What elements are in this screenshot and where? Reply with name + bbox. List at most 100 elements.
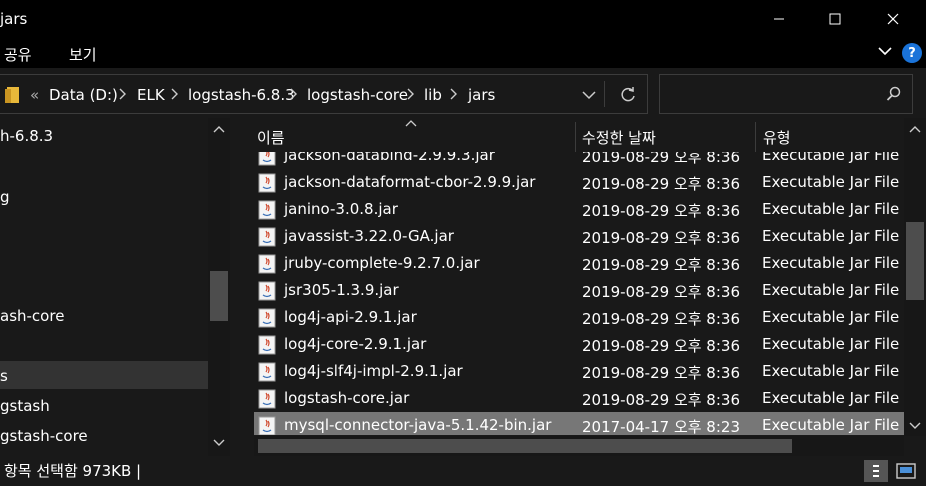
breadcrumb-item[interactable]: logstash-core: [307, 86, 408, 104]
scroll-down-icon[interactable]: [908, 421, 922, 431]
large-icons-view-icon: [896, 463, 916, 479]
close-button[interactable]: [866, 0, 920, 38]
breadcrumb-item[interactable]: Data (D:): [49, 86, 118, 104]
nav-item[interactable]: h-6.8.3: [0, 127, 53, 145]
java-jar-file-icon: [258, 389, 276, 409]
java-jar-file-icon: [258, 362, 276, 382]
breadcrumb-item[interactable]: ELK: [137, 86, 165, 104]
address-bar[interactable]: « Data (D:) ELK logstash-6.8.3 logstash-…: [0, 74, 648, 114]
details-view-icon: [873, 465, 879, 477]
breadcrumb-item[interactable]: jars: [468, 86, 495, 104]
file-type: Executable Jar File: [762, 308, 900, 326]
chevron-right-icon[interactable]: [118, 87, 128, 101]
file-row[interactable]: javassist-3.22.0-GA.jar 2019-08-29 오후 8:3…: [254, 223, 904, 250]
chevron-down-icon[interactable]: [582, 89, 596, 101]
sort-ascending-icon: [405, 120, 417, 127]
java-jar-file-icon: [258, 200, 276, 220]
java-jar-file-icon: [258, 254, 276, 274]
column-header-date[interactable]: 수정한 날짜: [582, 127, 656, 148]
file-name: janino-3.0.8.jar: [284, 200, 398, 218]
file-row[interactable]: log4j-core-2.9.1.jar 2019-08-29 오후 8:36 Ex…: [254, 331, 904, 358]
title-bar: jars: [0, 0, 926, 38]
chevron-right-icon[interactable]: [170, 87, 180, 101]
file-date: 2019-08-29 오후 8:36: [582, 391, 740, 409]
file-name: log4j-slf4j-impl-2.9.1.jar: [284, 362, 463, 380]
breadcrumb-item[interactable]: lib: [424, 86, 442, 104]
address-divider: [604, 81, 605, 107]
breadcrumb-item[interactable]: logstash-6.8.3: [188, 86, 295, 104]
chevron-right-icon[interactable]: [449, 87, 459, 101]
file-row[interactable]: mysql-connector-java-5.1.42-bin.jar 2017-…: [254, 412, 904, 435]
details-view-button[interactable]: [864, 460, 888, 482]
file-date: 2019-08-29 오후 8:36: [582, 310, 740, 328]
column-divider[interactable]: [755, 122, 756, 152]
close-icon: [887, 13, 899, 25]
file-type: Executable Jar File: [762, 389, 900, 407]
scroll-up-icon[interactable]: [212, 124, 226, 134]
file-row[interactable]: jruby-complete-9.2.7.0.jar 2019-08-29 오후 …: [254, 250, 904, 277]
file-date: 2019-08-29 오후 8:36: [582, 283, 740, 301]
search-input[interactable]: [659, 74, 913, 114]
nav-item[interactable]: gstash: [0, 397, 50, 415]
file-type: Executable Jar File: [762, 227, 900, 245]
help-icon[interactable]: ?: [902, 43, 922, 63]
column-divider[interactable]: [575, 122, 576, 152]
nav-item[interactable]: gstash-core: [0, 427, 88, 445]
java-jar-file-icon: [258, 308, 276, 328]
file-row[interactable]: janino-3.0.8.jar 2019-08-29 오후 8:36 Execut…: [254, 196, 904, 223]
file-row[interactable]: log4j-api-2.9.1.jar 2019-08-29 오후 8:36 Exe…: [254, 304, 904, 331]
file-name: logstash-core.jar: [284, 389, 410, 407]
java-jar-file-icon: [258, 335, 276, 355]
window-title: jars: [0, 10, 28, 28]
list-horizontal-scroll-thumb[interactable]: [258, 439, 792, 453]
list-vertical-scroll-thumb[interactable]: [906, 222, 924, 300]
file-name: jackson-dataformat-cbor-2.9.9.jar: [284, 173, 536, 191]
ribbon-tabs: 공유 보기: [0, 38, 926, 68]
column-header-name[interactable]: 이름: [257, 127, 285, 148]
maximize-button[interactable]: [808, 0, 862, 38]
folder-icon: [5, 87, 19, 103]
file-name: log4j-core-2.9.1.jar: [284, 335, 427, 353]
file-row[interactable]: jackson-databind-2.9.9.3.jar 2019-08-29 오…: [254, 152, 904, 169]
file-date: 2019-08-29 오후 8:36: [582, 229, 740, 247]
nav-item[interactable]: g: [0, 188, 10, 206]
java-jar-file-icon: [258, 281, 276, 301]
file-date: 2019-08-29 오후 8:36: [582, 364, 740, 382]
nav-selection-highlight: [0, 361, 208, 389]
nav-item[interactable]: s: [0, 367, 8, 385]
file-name: log4j-api-2.9.1.jar: [284, 308, 417, 326]
file-row[interactable]: jsr305-1.3.9.jar 2019-08-29 오후 8:36 Execut…: [254, 277, 904, 304]
file-list[interactable]: jackson-databind-2.9.9.3.jar 2019-08-29 오…: [254, 152, 904, 435]
file-type: Executable Jar File: [762, 335, 900, 353]
minimize-button[interactable]: [752, 0, 806, 38]
column-header-type[interactable]: 유형: [763, 127, 791, 148]
java-jar-file-icon: [258, 227, 276, 247]
refresh-icon[interactable]: [619, 86, 637, 104]
status-text: 항목 선택함 973KB |: [4, 462, 142, 480]
file-row[interactable]: log4j-slf4j-impl-2.9.1.jar 2019-08-29 오후 …: [254, 358, 904, 385]
scroll-up-icon[interactable]: [908, 124, 922, 134]
file-date: 2019-08-29 오후 8:36: [582, 152, 740, 166]
chevron-right-icon[interactable]: [406, 87, 416, 101]
file-row[interactable]: jackson-dataformat-cbor-2.9.9.jar 2019-08…: [254, 169, 904, 196]
java-jar-file-icon: [258, 152, 276, 166]
file-name: mysql-connector-java-5.1.42-bin.jar: [284, 416, 552, 434]
scroll-down-icon[interactable]: [212, 438, 226, 448]
breadcrumb-overflow[interactable]: «: [30, 86, 39, 104]
tab-share[interactable]: 공유: [4, 44, 32, 65]
chevron-right-icon[interactable]: [289, 87, 299, 101]
large-icons-view-button[interactable]: [894, 460, 918, 482]
minimize-icon: [774, 18, 784, 20]
file-type: Executable Jar File: [762, 173, 900, 191]
file-row[interactable]: logstash-core.jar 2019-08-29 오후 8:36 Execu…: [254, 385, 904, 412]
java-jar-file-icon: [258, 416, 276, 435]
nav-item[interactable]: ash-core: [0, 307, 64, 325]
search-icon[interactable]: [886, 86, 902, 102]
file-date: 2019-08-29 오후 8:36: [582, 337, 740, 355]
chevron-down-icon[interactable]: [878, 44, 892, 58]
file-type: Executable Jar File: [762, 362, 900, 380]
tab-view[interactable]: 보기: [69, 44, 97, 65]
nav-scroll-thumb[interactable]: [210, 271, 228, 321]
file-name: jackson-databind-2.9.9.3.jar: [284, 152, 495, 164]
file-name: javassist-3.22.0-GA.jar: [284, 227, 454, 245]
